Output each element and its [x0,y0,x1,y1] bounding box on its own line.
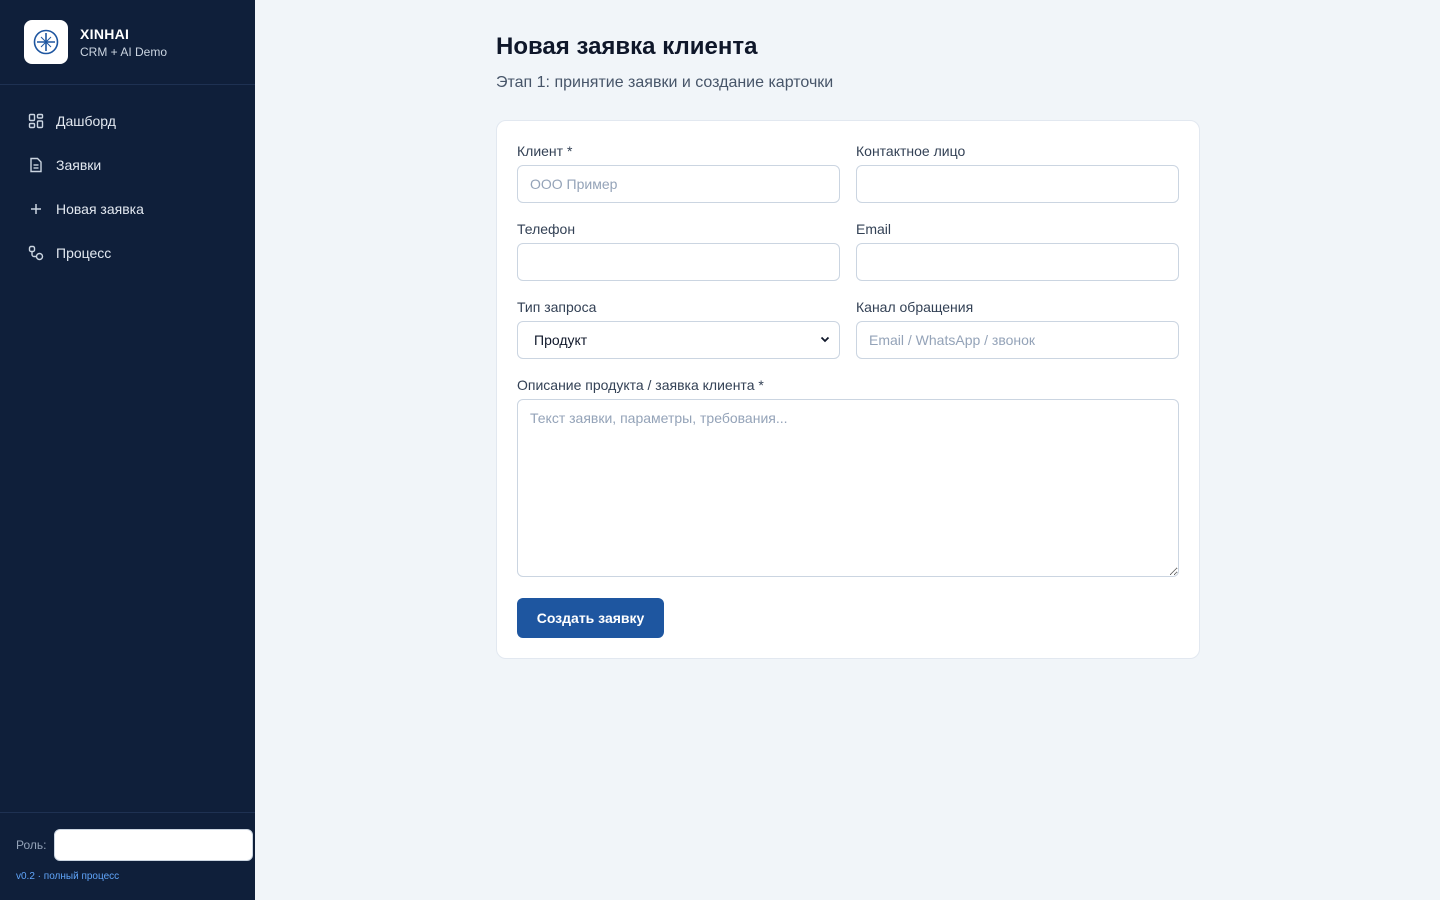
sidebar-item-new-request[interactable]: Новая заявка [0,187,255,231]
brand-subtitle: CRM + AI Demo [80,44,168,59]
description-field: Описание продукта / заявка клиента * [517,375,1179,582]
channel-input[interactable] [856,321,1179,359]
phone-input[interactable] [517,243,840,281]
client-input[interactable] [517,165,840,203]
request-type-label: Тип запроса [517,299,597,315]
sidebar-nav: Дашборд Заявки Новая заявка Процесс [0,85,255,275]
email-field: Email [856,219,1179,281]
contact-input[interactable] [856,165,1179,203]
request-type-value: Продукт [534,332,588,348]
client-label: Клиент * [517,143,573,159]
phone-field: Телефон [517,219,840,281]
compass-icon [24,20,68,64]
brand-header: XINHAI CRM + AI Demo [0,0,255,85]
role-selector: Роль: [16,829,254,861]
channel-field: Канал обращения [856,297,1179,359]
version-text: v0.2 · полный процесс [16,871,120,882]
role-input[interactable] [54,829,254,861]
sidebar-item-label: Процесс [56,245,112,261]
sidebar: XINHAI CRM + AI Demo Дашборд Заявки Нова… [0,0,255,900]
sidebar-item-requests[interactable]: Заявки [0,143,255,187]
client-field: Клиент * [517,141,840,203]
new-request-form: Клиент * Контактное лицо Телефон Email Т… [496,120,1200,659]
main-content: Новая заявка клиента Этап 1: принятие за… [255,0,1440,900]
sidebar-item-label: Новая заявка [56,201,144,217]
sidebar-footer: Роль: v0.2 · полный процесс [0,812,255,900]
contact-field: Контактное лицо [856,141,1179,203]
sidebar-item-dashboard[interactable]: Дашборд [0,99,255,143]
description-textarea[interactable] [517,399,1179,577]
sidebar-item-process[interactable]: Процесс [0,231,255,275]
document-icon [28,157,44,173]
contact-label: Контактное лицо [856,143,966,159]
plus-icon [28,201,44,217]
chevron-down-icon [819,332,831,348]
sidebar-item-label: Заявки [56,157,102,173]
page-title: Новая заявка клиента [496,33,758,60]
create-request-button[interactable]: Создать заявку [517,598,664,638]
workflow-icon [28,245,44,261]
email-input[interactable] [856,243,1179,281]
phone-label: Телефон [517,221,576,237]
page-subtitle: Этап 1: принятие заявки и создание карто… [496,74,834,91]
channel-label: Канал обращения [856,299,974,315]
email-label: Email [856,221,892,237]
description-label: Описание продукта / заявка клиента * [517,377,764,393]
request-type-field: Тип запроса Продукт [517,297,840,359]
request-type-select[interactable]: Продукт [517,321,840,359]
role-label: Роль: [16,838,47,852]
sidebar-item-label: Дашборд [56,113,116,129]
brand-name: XINHAI [80,25,130,42]
dashboard-grid-icon [28,113,44,129]
